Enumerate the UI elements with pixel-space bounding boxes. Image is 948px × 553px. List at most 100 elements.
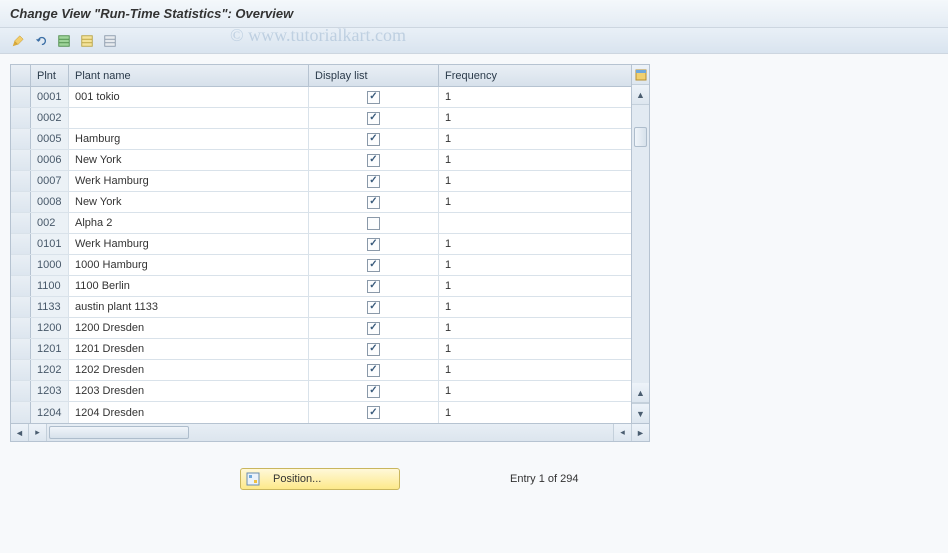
checkbox-icon[interactable] xyxy=(367,322,380,335)
horizontal-scrollbar[interactable]: ◄ ▸ ◂ ► xyxy=(10,424,650,442)
row-selector[interactable] xyxy=(11,108,31,128)
table-settings-icon[interactable] xyxy=(632,65,649,85)
row-selector[interactable] xyxy=(11,402,31,423)
cell-frequency[interactable]: 1 xyxy=(439,129,631,149)
cell-frequency[interactable]: 1 xyxy=(439,297,631,317)
checkbox-icon[interactable] xyxy=(367,259,380,272)
checkbox-icon[interactable] xyxy=(367,196,380,209)
toggle-change-icon[interactable] xyxy=(8,31,28,51)
cell-frequency[interactable]: 1 xyxy=(439,108,631,128)
vertical-scrollbar[interactable]: ▲ ▲ ▼ xyxy=(631,65,649,423)
cell-display-list[interactable] xyxy=(309,276,439,296)
cell-display-list[interactable] xyxy=(309,108,439,128)
table-row[interactable]: 0008New York1 xyxy=(11,192,631,213)
undo-icon[interactable] xyxy=(31,31,51,51)
checkbox-icon[interactable] xyxy=(367,385,380,398)
cell-frequency[interactable]: 1 xyxy=(439,171,631,191)
checkbox-icon[interactable] xyxy=(367,91,380,104)
row-selector[interactable] xyxy=(11,150,31,170)
table-row[interactable]: 0005Hamburg1 xyxy=(11,129,631,150)
col-header-selector[interactable] xyxy=(11,65,31,86)
checkbox-icon[interactable] xyxy=(367,406,380,419)
table-row[interactable]: 002Alpha 2 xyxy=(11,213,631,234)
hscroll-left-first-icon[interactable]: ◄ xyxy=(11,424,29,441)
cell-frequency[interactable]: 1 xyxy=(439,381,631,401)
row-selector[interactable] xyxy=(11,192,31,212)
table-row[interactable]: 12011201 Dresden1 xyxy=(11,339,631,360)
scroll-up-icon[interactable]: ▲ xyxy=(632,85,649,105)
cell-display-list[interactable] xyxy=(309,129,439,149)
row-selector[interactable] xyxy=(11,213,31,233)
row-selector[interactable] xyxy=(11,129,31,149)
col-header-frequency[interactable]: Frequency xyxy=(439,65,631,86)
table-row[interactable]: 0006New York1 xyxy=(11,150,631,171)
cell-display-list[interactable] xyxy=(309,339,439,359)
scroll-down-icon[interactable]: ▼ xyxy=(632,403,649,423)
checkbox-icon[interactable] xyxy=(367,238,380,251)
cell-frequency[interactable]: 1 xyxy=(439,87,631,107)
cell-display-list[interactable] xyxy=(309,318,439,338)
row-selector[interactable] xyxy=(11,360,31,380)
checkbox-icon[interactable] xyxy=(367,343,380,356)
table-row[interactable]: 12041204 Dresden1 xyxy=(11,402,631,423)
hscroll-right-icon[interactable]: ◂ xyxy=(613,424,631,441)
cell-display-list[interactable] xyxy=(309,360,439,380)
scroll-up-alt-icon[interactable]: ▲ xyxy=(632,383,649,403)
hscroll-left-icon[interactable]: ▸ xyxy=(29,424,47,441)
row-selector[interactable] xyxy=(11,87,31,107)
checkbox-icon[interactable] xyxy=(367,175,380,188)
row-selector[interactable] xyxy=(11,318,31,338)
row-selector[interactable] xyxy=(11,339,31,359)
table-row[interactable]: 12021202 Dresden1 xyxy=(11,360,631,381)
cell-display-list[interactable] xyxy=(309,150,439,170)
deselect-all-icon[interactable] xyxy=(100,31,120,51)
hscroll-right-last-icon[interactable]: ► xyxy=(631,424,649,441)
cell-frequency[interactable]: 1 xyxy=(439,402,631,423)
checkbox-icon[interactable] xyxy=(367,280,380,293)
scroll-track[interactable] xyxy=(632,105,649,383)
table-row[interactable]: 0001001 tokio1 xyxy=(11,87,631,108)
cell-frequency[interactable]: 1 xyxy=(439,192,631,212)
cell-frequency[interactable]: 1 xyxy=(439,318,631,338)
col-header-plant-name[interactable]: Plant name xyxy=(69,65,309,86)
table-row[interactable]: 10001000 Hamburg1 xyxy=(11,255,631,276)
cell-display-list[interactable] xyxy=(309,234,439,254)
table-row[interactable]: 1133austin plant 11331 xyxy=(11,297,631,318)
row-selector[interactable] xyxy=(11,171,31,191)
hscroll-track[interactable] xyxy=(47,424,613,441)
cell-frequency[interactable]: 1 xyxy=(439,360,631,380)
hscroll-thumb[interactable] xyxy=(49,426,189,439)
checkbox-icon[interactable] xyxy=(367,112,380,125)
cell-frequency[interactable]: 1 xyxy=(439,150,631,170)
cell-display-list[interactable] xyxy=(309,87,439,107)
cell-frequency[interactable]: 1 xyxy=(439,339,631,359)
cell-display-list[interactable] xyxy=(309,213,439,233)
col-header-plnt[interactable]: Plnt xyxy=(31,65,69,86)
row-selector[interactable] xyxy=(11,297,31,317)
checkbox-icon[interactable] xyxy=(367,301,380,314)
table-row[interactable]: 0007Werk Hamburg1 xyxy=(11,171,631,192)
table-row[interactable]: 12001200 Dresden1 xyxy=(11,318,631,339)
cell-display-list[interactable] xyxy=(309,381,439,401)
table-row[interactable]: 0101Werk Hamburg1 xyxy=(11,234,631,255)
cell-display-list[interactable] xyxy=(309,171,439,191)
checkbox-icon[interactable] xyxy=(367,133,380,146)
row-selector[interactable] xyxy=(11,381,31,401)
row-selector[interactable] xyxy=(11,276,31,296)
cell-frequency[interactable] xyxy=(439,213,631,233)
select-all-icon[interactable] xyxy=(54,31,74,51)
table-row[interactable]: 12031203 Dresden1 xyxy=(11,381,631,402)
row-selector[interactable] xyxy=(11,255,31,275)
col-header-display-list[interactable]: Display list xyxy=(309,65,439,86)
cell-display-list[interactable] xyxy=(309,255,439,275)
cell-display-list[interactable] xyxy=(309,402,439,423)
table-row[interactable]: 00021 xyxy=(11,108,631,129)
checkbox-icon[interactable] xyxy=(367,154,380,167)
cell-frequency[interactable]: 1 xyxy=(439,234,631,254)
table-row[interactable]: 11001100 Berlin1 xyxy=(11,276,631,297)
cell-display-list[interactable] xyxy=(309,192,439,212)
cell-frequency[interactable]: 1 xyxy=(439,276,631,296)
row-selector[interactable] xyxy=(11,234,31,254)
position-button[interactable]: Position... xyxy=(240,468,400,490)
cell-display-list[interactable] xyxy=(309,297,439,317)
